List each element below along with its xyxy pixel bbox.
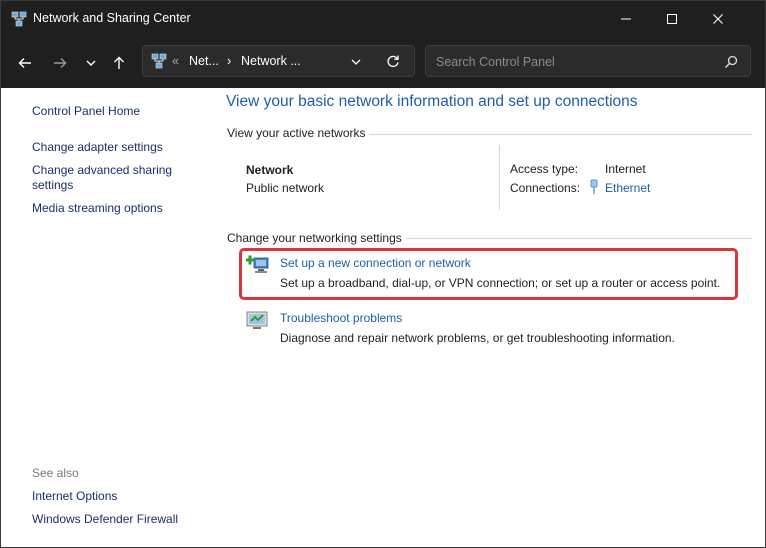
control-panel-icon — [151, 53, 167, 69]
access-type-value: Internet — [605, 162, 646, 176]
minimize-icon — [621, 18, 631, 20]
ethernet-connection-link[interactable]: Ethernet — [605, 181, 650, 195]
forward-button[interactable] — [47, 50, 73, 76]
page-heading: View your basic network information and … — [226, 93, 638, 110]
connections-label: Connections: — [510, 181, 581, 195]
internet-options-link[interactable]: Internet Options — [32, 489, 117, 504]
troubleshoot-problems-description: Diagnose and repair network problems, or… — [280, 331, 675, 345]
network-vertical-divider — [499, 145, 500, 210]
search-icon[interactable] — [724, 55, 738, 69]
troubleshoot-problems-link[interactable]: Troubleshoot problems — [280, 311, 402, 325]
maximize-button[interactable] — [649, 1, 695, 37]
arrow-right-icon — [54, 58, 67, 68]
back-button[interactable] — [12, 50, 38, 76]
control-panel-home-link[interactable]: Control Panel Home — [32, 104, 140, 119]
close-button[interactable] — [695, 1, 741, 37]
ethernet-icon — [590, 179, 598, 194]
breadcrumb-separator[interactable]: › — [227, 54, 231, 68]
title-bar: Network and Sharing Center — [1, 1, 765, 37]
access-type-label: Access type: — [510, 162, 579, 176]
refresh-icon[interactable] — [386, 54, 400, 68]
chevron-down-icon — [86, 60, 96, 66]
arrow-left-icon — [18, 58, 31, 68]
media-streaming-options-link[interactable]: Media streaming options — [32, 201, 163, 216]
change-advanced-sharing-settings-link[interactable]: Change advanced sharing settings — [32, 163, 192, 193]
network-name: Network — [246, 163, 294, 177]
network-sharing-center-window: Network and Sharing Center « Net... › Ne… — [0, 0, 766, 548]
windows-defender-firewall-link[interactable]: Windows Defender Firewall — [32, 512, 178, 527]
breadcrumb-network-internet[interactable]: Net... — [189, 54, 219, 68]
breadcrumb-overflow[interactable]: « — [172, 54, 179, 68]
arrow-up-icon — [114, 56, 124, 69]
recent-locations-button[interactable] — [78, 50, 104, 76]
maximize-icon — [667, 14, 677, 24]
active-networks-divider — [369, 134, 752, 135]
change-settings-divider — [406, 238, 752, 239]
network-type: Public network — [246, 181, 325, 195]
see-also-label: See also — [32, 466, 79, 480]
search-input[interactable] — [434, 52, 718, 72]
address-bar[interactable]: « Net... › Network ... — [142, 45, 415, 77]
change-settings-label: Change your networking settings — [227, 231, 402, 245]
change-adapter-settings-link[interactable]: Change adapter settings — [32, 140, 163, 155]
window-title: Network and Sharing Center — [33, 11, 191, 25]
content-area: Control Panel Home Change adapter settin… — [1, 88, 765, 547]
network-center-app-icon — [11, 11, 27, 27]
highlight-box — [239, 248, 738, 300]
close-icon — [713, 14, 723, 24]
active-networks-label: View your active networks — [227, 126, 366, 140]
breadcrumb-network-sharing-center[interactable]: Network ... — [241, 54, 301, 68]
search-box[interactable] — [425, 45, 751, 77]
troubleshoot-icon — [246, 311, 268, 329]
address-dropdown-icon[interactable] — [350, 56, 362, 68]
minimize-button[interactable] — [603, 1, 649, 37]
navigation-bar: « Net... › Network ... — [1, 37, 765, 88]
up-button[interactable] — [106, 50, 132, 76]
